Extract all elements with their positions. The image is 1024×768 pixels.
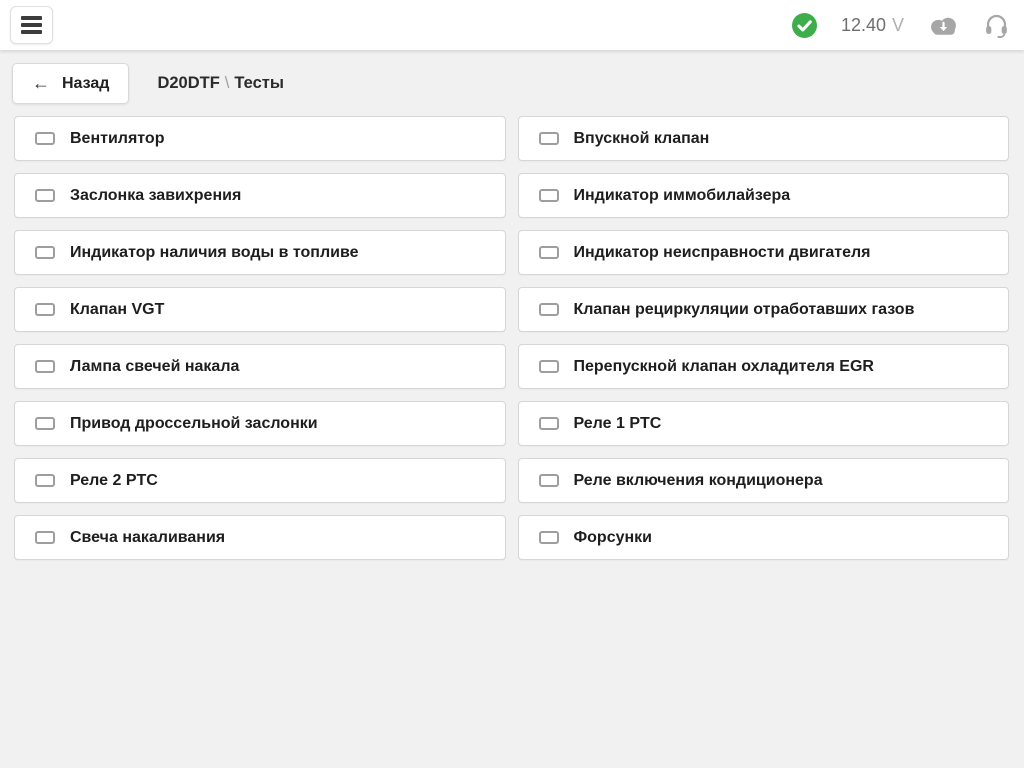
test-button[interactable]: Привод дроссельной заслонки	[14, 401, 506, 446]
component-icon	[539, 303, 559, 316]
test-label: Индикатор иммобилайзера	[574, 187, 791, 205]
test-label: Свеча накаливания	[70, 529, 225, 547]
breadcrumb-current: Тесты	[234, 74, 284, 92]
test-label: Индикатор неисправности двигателя	[574, 244, 871, 262]
battery-voltage: 12.40 V	[841, 15, 904, 36]
component-icon	[35, 189, 55, 202]
breadcrumb: D20DTF\Тесты	[157, 74, 284, 93]
component-icon	[35, 417, 55, 430]
voltage-unit: V	[892, 15, 904, 36]
breadcrumb-parent: D20DTF	[157, 74, 219, 92]
voltage-value: 12.40	[841, 15, 886, 36]
component-icon	[539, 246, 559, 259]
test-label: Впускной клапан	[574, 130, 710, 148]
test-label: Индикатор наличия воды в топливе	[70, 244, 358, 262]
hamburger-icon	[21, 16, 42, 20]
test-label: Лампа свечей накала	[70, 358, 239, 376]
test-button[interactable]: Индикатор иммобилайзера	[518, 173, 1010, 218]
test-label: Перепускной клапан охладителя EGR	[574, 358, 874, 376]
component-icon	[35, 132, 55, 145]
test-button[interactable]: Индикатор наличия воды в топливе	[14, 230, 506, 275]
test-label: Форсунки	[574, 529, 653, 547]
menu-button[interactable]	[10, 6, 53, 44]
test-label: Реле 1 PTC	[574, 415, 662, 433]
component-icon	[35, 303, 55, 316]
test-label: Вентилятор	[70, 130, 164, 148]
test-label: Привод дроссельной заслонки	[70, 415, 318, 433]
test-label: Клапан VGT	[70, 301, 164, 319]
test-button[interactable]: Клапан VGT	[14, 287, 506, 332]
breadcrumb-separator: \	[220, 74, 235, 92]
test-label: Реле включения кондиционера	[574, 472, 823, 490]
tests-grid: Вентилятор Впускной клапан Заслонка зави…	[14, 116, 1009, 560]
component-icon	[35, 360, 55, 373]
test-button[interactable]: Форсунки	[518, 515, 1010, 560]
test-button[interactable]: Впускной клапан	[518, 116, 1010, 161]
topbar-status-cluster: 12.40 V	[792, 12, 1010, 39]
component-icon	[35, 531, 55, 544]
component-icon	[35, 246, 55, 259]
component-icon	[539, 189, 559, 202]
component-icon	[539, 531, 559, 544]
component-icon	[539, 417, 559, 430]
test-button[interactable]: Перепускной клапан охладителя EGR	[518, 344, 1010, 389]
test-button[interactable]: Индикатор неисправности двигателя	[518, 230, 1010, 275]
test-button[interactable]: Реле 1 PTC	[518, 401, 1010, 446]
check-circle-icon	[792, 13, 817, 38]
back-arrow-icon: ←	[32, 73, 50, 94]
page-header: ← Назад D20DTF\Тесты	[0, 50, 1024, 104]
test-button[interactable]: Реле 2 PTC	[14, 458, 506, 503]
test-label: Клапан рециркуляции отработавших газов	[574, 301, 915, 319]
cloud-download-icon[interactable]	[928, 14, 959, 37]
test-button[interactable]: Реле включения кондиционера	[518, 458, 1010, 503]
component-icon	[539, 360, 559, 373]
test-button[interactable]: Лампа свечей накала	[14, 344, 506, 389]
test-label: Реле 2 PTC	[70, 472, 158, 490]
test-button[interactable]: Клапан рециркуляции отработавших газов	[518, 287, 1010, 332]
component-icon	[35, 474, 55, 487]
test-button[interactable]: Свеча накаливания	[14, 515, 506, 560]
component-icon	[539, 474, 559, 487]
headset-icon[interactable]	[983, 12, 1010, 39]
test-button[interactable]: Заслонка завихрения	[14, 173, 506, 218]
test-button[interactable]: Вентилятор	[14, 116, 506, 161]
back-button-label: Назад	[62, 75, 109, 93]
topbar: 12.40 V	[0, 0, 1024, 50]
back-button[interactable]: ← Назад	[12, 63, 129, 104]
component-icon	[539, 132, 559, 145]
test-label: Заслонка завихрения	[70, 187, 241, 205]
